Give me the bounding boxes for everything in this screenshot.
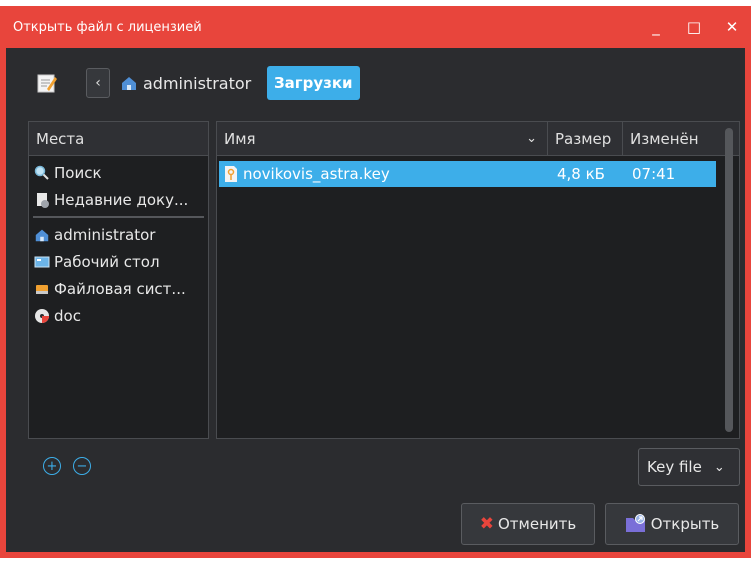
file-type-filter-value: Key file [647, 458, 702, 476]
edit-icon [37, 74, 57, 93]
filesystem-icon [33, 280, 51, 298]
places-header: Места [29, 122, 208, 156]
home-folder-icon [122, 77, 136, 90]
place-item-desktop[interactable]: Рабочий стол [29, 248, 208, 275]
window-title: Открыть файл с лицензией [13, 19, 202, 35]
remove-place-icon[interactable]: − [73, 457, 91, 475]
recent-documents-icon [33, 191, 51, 209]
place-item-recent[interactable]: Недавние доку... [29, 186, 208, 213]
place-item-search[interactable]: Поиск [29, 159, 208, 186]
file-size: 4,8 кБ [557, 165, 605, 183]
places-divider [33, 216, 204, 218]
breadcrumb-home-label: administrator [143, 73, 252, 93]
places-panel: Места Поиск Недавние доку... administrat… [28, 121, 209, 439]
file-name: novikovis_astra.key [243, 165, 390, 183]
place-item-doc[interactable]: doc [29, 302, 208, 329]
chevron-down-icon: ⌄ [526, 131, 537, 146]
file-list: Имя ⌄ Размер Изменён novikovis_astra.key… [216, 121, 740, 439]
cancel-icon: ✖ [479, 514, 494, 534]
open-button[interactable]: Открыть [605, 503, 739, 545]
column-name-label: Имя [224, 129, 256, 148]
column-header-modified[interactable]: Изменён [623, 122, 715, 155]
place-label: administrator [54, 225, 156, 244]
chevron-left-icon: ‹ [95, 75, 101, 91]
breadcrumb-home[interactable]: administrator [120, 68, 251, 98]
open-folder-icon [625, 514, 645, 532]
file-list-header: Имя ⌄ Размер Изменён [217, 122, 739, 156]
place-item-filesystem[interactable]: Файловая сист... [29, 275, 208, 302]
disc-icon [33, 307, 51, 325]
close-icon[interactable]: ✕ [713, 6, 751, 48]
file-row[interactable]: novikovis_astra.key 4,8 кБ 07:41 [219, 161, 716, 187]
back-button[interactable]: ‹ [86, 68, 110, 98]
place-label: Поиск [54, 163, 102, 182]
place-label: Файловая сист... [54, 279, 186, 298]
file-modified: 07:41 [632, 165, 676, 183]
file-list-scrollbar[interactable] [725, 128, 733, 432]
place-label: doc [54, 306, 81, 325]
maximize-icon[interactable]: □ [675, 6, 713, 48]
key-file-icon [225, 166, 237, 182]
title-bar[interactable]: Открыть файл с лицензией _ □ ✕ [0, 6, 751, 48]
place-label: Рабочий стол [54, 252, 160, 271]
toolbar: ‹ administrator Загрузки [24, 64, 744, 102]
column-header-size[interactable]: Размер [548, 122, 623, 155]
file-dialog-window: Открыть файл с лицензией _ □ ✕ ‹ adminis… [0, 6, 751, 558]
chevron-down-icon: ⌄ [713, 459, 725, 475]
file-type-filter[interactable]: Key file ⌄ [638, 448, 740, 486]
column-header-name[interactable]: Имя ⌄ [217, 122, 548, 155]
search-icon [33, 164, 51, 182]
desktop-icon [33, 253, 51, 271]
place-item-home[interactable]: administrator [29, 221, 208, 248]
home-folder-icon [33, 226, 51, 244]
cancel-button[interactable]: ✖ Отменить [461, 503, 595, 545]
minimize-icon[interactable]: _ [637, 6, 675, 48]
add-place-icon[interactable]: + [43, 457, 61, 475]
cancel-button-label: Отменить [498, 515, 577, 533]
place-label: Недавние доку... [54, 190, 189, 209]
open-button-label: Открыть [650, 515, 720, 533]
edit-location-button[interactable] [32, 68, 62, 98]
breadcrumb-current[interactable]: Загрузки [267, 66, 360, 100]
